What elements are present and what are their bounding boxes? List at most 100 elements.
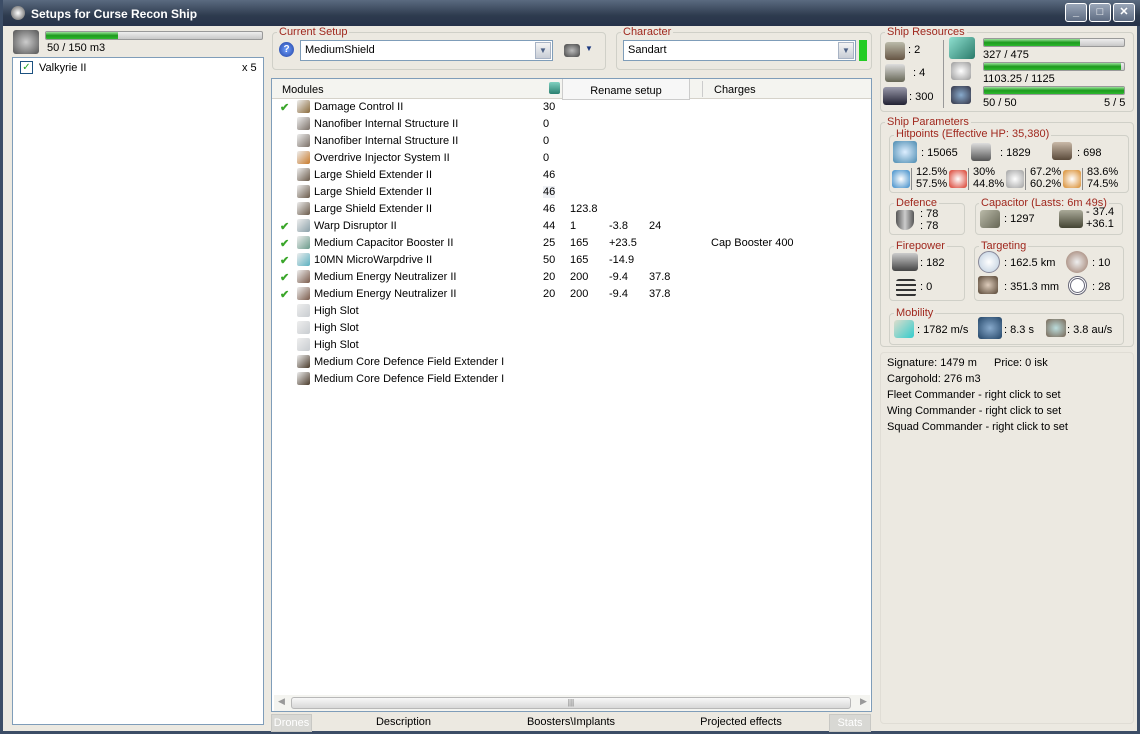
table-row[interactable]: High Slot [272,337,870,354]
chevron-down-icon[interactable]: ▼ [838,42,854,59]
resist-icon [892,170,910,188]
module-cap: -9.4 [609,288,628,300]
calibration-icon [883,87,907,105]
drone-bay-bar [45,31,263,40]
module-name: High Slot [314,322,359,334]
module-cap: -14.9 [609,254,635,266]
drone-bandwidth-value: 50 / 50 [983,97,1017,109]
capacitor-usage: - 37.4 [1086,206,1115,218]
max-targets-icon [1066,251,1088,273]
module-cpu: 25 [543,237,556,249]
firepower-label: Firepower [894,240,947,252]
resist-armor: 57.5% [916,178,948,190]
module-name: Medium Core Defence Field Extender I [314,373,505,385]
table-row[interactable]: High Slot [272,320,870,337]
capacitor-regen: +36.1 [1086,218,1114,230]
setup-menu-button[interactable]: ▼ [564,44,594,58]
table-row[interactable]: ✔ Medium Energy Neutralizer II 20 200 -9.4 37… [272,269,870,286]
character-label: Character [621,26,674,38]
stats-panel [880,352,1134,724]
module-name: Nanofiber Internal Structure II [314,118,459,130]
module-icon [297,287,310,300]
table-row[interactable]: Medium Core Defence Field Extender I [272,371,870,388]
tab-boosters-implants[interactable]: Boosters\Implants [516,714,626,732]
scroll-right-icon[interactable]: ▶ [860,696,867,707]
horizontal-scrollbar[interactable]: ◀ ||| ▶ [274,695,870,711]
active-check-icon[interactable]: ✔ [280,101,289,114]
active-check-icon[interactable]: ✔ [280,220,289,233]
drone-bandwidth-bar [983,86,1125,95]
drones-active-value: 5 / 5 [1104,97,1126,109]
table-row[interactable]: Large Shield Extender II 46 [272,167,870,184]
module-range: 37.8 [649,288,671,300]
module-icon [297,270,310,283]
help-icon[interactable]: ? [279,42,294,57]
align-time-icon [978,317,1002,339]
active-check-icon[interactable]: ✔ [280,271,289,284]
module-icon [297,202,310,215]
table-row[interactable]: ✔ 10MN MicroWarpdrive II 50 165 -14.9 [272,252,870,269]
active-check-icon[interactable]: ✔ [280,288,289,301]
table-row[interactable]: High Slot [272,303,870,320]
table-row[interactable]: Large Shield Extender II 46 123.8 [272,201,870,218]
header-modules[interactable]: Modules [282,84,324,96]
table-row[interactable]: Nanofiber Internal Structure II 0 [272,133,870,150]
module-icon [297,236,310,249]
setup-select[interactable]: MediumShield ▼ [300,40,553,61]
table-row[interactable]: ✔ Medium Energy Neutralizer II 20 200 -9.4 37… [272,286,870,303]
header-charges[interactable]: Charges [714,84,756,96]
drone-checkbox[interactable]: ✓ [20,61,33,74]
module-cap: -3.8 [609,220,628,232]
resist-divider [911,168,913,190]
module-cpu: 20 [543,288,556,300]
structure-icon [1052,142,1072,160]
ship-parameters-label: Ship Parameters [885,116,971,128]
module-name: Large Shield Extender II [314,186,433,198]
character-select[interactable]: Sandart ▼ [623,40,856,61]
module-name: Medium Capacitor Booster II [314,237,454,249]
scroll-thumb[interactable]: ||| [291,697,851,709]
minimize-button[interactable]: _ [1065,3,1087,22]
powergrid-value: 1103.25 / 1125 [983,73,1055,85]
module-cpu: 46 [543,169,556,181]
module-cpu: 0 [543,152,550,164]
table-row[interactable]: ✔ Damage Control II 30 [272,99,870,116]
resist-shield: 83.6% [1087,166,1119,178]
character-value: Sandart [628,44,667,56]
active-check-icon[interactable]: ✔ [280,237,289,250]
chevron-down-icon[interactable]: ▼ [535,42,551,59]
tab-drones[interactable]: Drones [271,714,312,732]
module-name: Damage Control II [314,101,404,113]
rename-setup-tooltip[interactable]: Rename setup [562,79,690,100]
module-icon [297,185,310,198]
tab-projected-effects[interactable]: Projected effects [691,714,791,732]
hitpoints-label: Hitpoints (Effective HP: 35,380) [894,128,1052,140]
module-icon [297,100,310,113]
resist-divider [1082,168,1084,190]
close-button[interactable]: ✕ [1113,3,1135,22]
table-row[interactable]: Overdrive Injector System II 0 [272,150,870,167]
column-divider [702,81,703,97]
module-icon [297,338,310,351]
active-check-icon[interactable]: ✔ [280,254,289,267]
table-row[interactable]: ✔ Warp Disruptor II 44 1 -3.8 24 [272,218,870,235]
title-bar: Setups for Curse Recon Ship _ □ ✕ [3,0,1140,26]
maximize-button[interactable]: □ [1089,3,1111,22]
drone-bandwidth-icon [951,86,971,104]
sensor-strength: : 28 [1092,281,1111,293]
tab-stats[interactable]: Stats [829,714,871,732]
table-header: Modules Rename setup Charges [272,79,871,100]
module-name: High Slot [314,339,359,351]
launcher-hardpoints: : 4 [913,67,926,79]
drone-item[interactable]: ✓ Valkyrie II x 5 [13,60,263,76]
tab-description[interactable]: Description [356,714,451,732]
scroll-left-icon[interactable]: ◀ [278,696,285,707]
module-icon [297,219,310,232]
table-row[interactable]: ✔ Medium Capacitor Booster II 25 165 +23.5 Ca… [272,235,870,252]
table-row[interactable]: Nanofiber Internal Structure II 0 [272,116,870,133]
module-range: 24 [649,220,662,232]
table-row[interactable]: Large Shield Extender II 46 [272,184,870,201]
module-cpu: 46 [543,186,556,198]
turret-hardpoints: : 2 [908,44,921,56]
table-row[interactable]: Medium Core Defence Field Extender I [272,354,870,371]
